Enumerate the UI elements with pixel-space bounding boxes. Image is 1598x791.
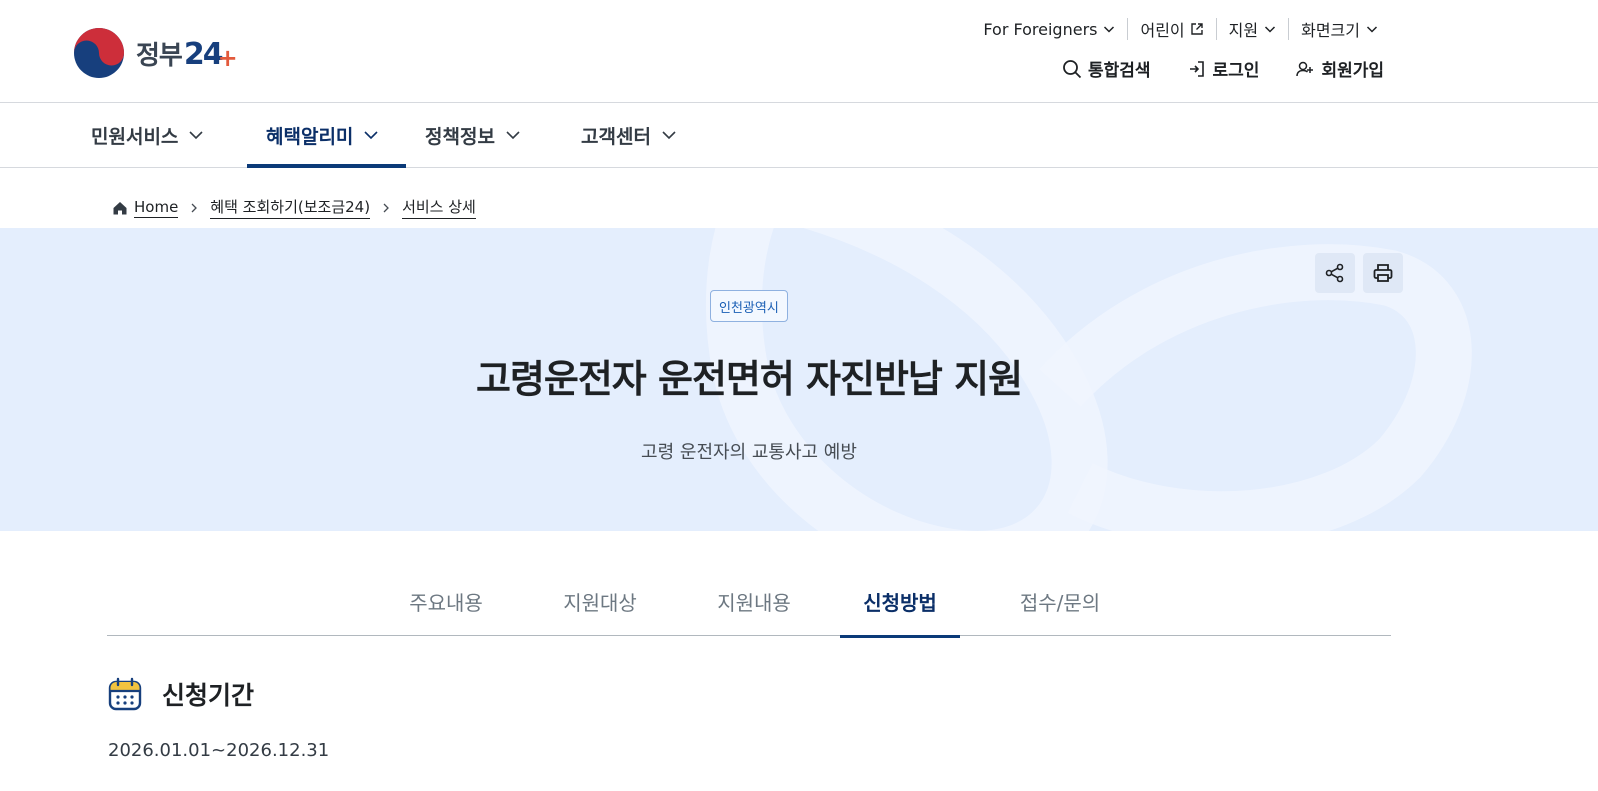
service-subtitle: 고령 운전자의 교통사고 예방	[641, 442, 857, 463]
tab-support-content[interactable]: 지원내용	[697, 566, 811, 636]
tab-label: 지원대상	[563, 590, 637, 615]
chevron-right-icon	[383, 203, 389, 212]
chevron-down-icon	[189, 131, 203, 140]
site-header: 정부 24 + For Foreigners 어린이 지원 화면크기 통합검색	[0, 0, 1598, 103]
search-icon	[1063, 59, 1082, 78]
application-period-heading: 신청기간	[108, 676, 254, 712]
share-icon	[1325, 263, 1344, 283]
print-button[interactable]	[1363, 253, 1403, 293]
search-label: 통합검색	[1087, 61, 1151, 81]
logo-number: 24	[183, 36, 224, 72]
tab-label: 지원내용	[717, 590, 791, 615]
gnb-item-civil-service[interactable]: 민원서비스	[72, 103, 228, 167]
logo-plus: +	[217, 43, 238, 72]
share-button[interactable]	[1315, 253, 1355, 293]
gnb-label: 민원서비스	[91, 125, 179, 148]
tab-label: 주요내용	[409, 590, 483, 615]
util-item-screen-size[interactable]: 화면크기	[1288, 18, 1390, 40]
print-icon	[1373, 264, 1393, 282]
taegeuk-logo-icon	[74, 28, 124, 78]
service-hero: 인천광역시 고령운전자 운전면허 자진반납 지원 고령 운전자의 교통사고 예방	[0, 228, 1598, 531]
util-item-kids[interactable]: 어린이	[1127, 18, 1215, 40]
gnb-item-customer-center[interactable]: 고객센터	[562, 103, 718, 167]
user-add-icon	[1296, 61, 1314, 76]
breadcrumb-home-link[interactable]: Home	[134, 198, 179, 218]
external-link-icon	[1190, 23, 1203, 35]
chevron-down-icon	[1265, 26, 1276, 33]
gnb-item-benefit-alert[interactable]: 혜택알리미	[247, 103, 406, 168]
utility-menu: For Foreigners 어린이 지원 화면크기	[971, 18, 1390, 40]
home-icon	[113, 201, 127, 214]
gnb-label: 혜택알리미	[266, 125, 354, 148]
signup-label: 회원가입	[1321, 61, 1384, 81]
section-title: 신청기간	[162, 681, 255, 710]
util-label: 화면크기	[1301, 21, 1360, 40]
login-label: 로그인	[1212, 61, 1260, 81]
chevron-right-icon	[191, 203, 198, 212]
tab-main-content[interactable]: 주요내용	[389, 566, 503, 636]
util-label: 지원	[1228, 21, 1259, 40]
auth-menu: 통합검색 로그인 회원가입	[1026, 56, 1384, 81]
tab-contact[interactable]: 접수/문의	[998, 566, 1122, 636]
region-badge: 인천광역시	[710, 290, 788, 322]
service-detail-tabs: 주요내용 지원대상 지원내용 신청방법 접수/문의	[107, 566, 1391, 638]
util-label: For Foreigners	[983, 19, 1098, 39]
util-item-support[interactable]: 지원	[1215, 18, 1288, 40]
chevron-down-icon	[662, 131, 676, 140]
gnb-label: 정책정보	[425, 125, 495, 148]
breadcrumb-benefit-search-link[interactable]: 혜택 조회하기(보조금24)	[210, 196, 371, 219]
tab-application-method[interactable]: 신청방법	[840, 566, 960, 638]
chevron-down-icon	[506, 131, 520, 140]
application-period-value: 2026.01.01~2026.12.31	[108, 740, 330, 761]
tab-label: 신청방법	[863, 590, 937, 615]
logo-word: 정부	[136, 40, 183, 71]
login-icon	[1189, 60, 1204, 77]
chevron-down-icon	[364, 131, 378, 140]
signup-button[interactable]: 회원가입	[1295, 56, 1384, 81]
calendar-icon	[108, 677, 142, 711]
gnb-label: 고객센터	[581, 125, 651, 148]
gnb-item-policy-info[interactable]: 정책정보	[406, 103, 562, 167]
util-item-foreigners[interactable]: For Foreigners	[971, 18, 1127, 40]
search-button[interactable]: 통합검색	[1062, 56, 1151, 81]
tab-label: 접수/문의	[1019, 590, 1101, 615]
gov24-logo[interactable]: 정부 24 +	[72, 26, 238, 80]
hero-actions	[1307, 253, 1403, 293]
chevron-down-icon	[1104, 26, 1115, 33]
chevron-down-icon	[1366, 26, 1378, 33]
breadcrumb-service-detail-link[interactable]: 서비스 상세	[402, 196, 476, 219]
logo-text: 정부 24 +	[136, 35, 238, 72]
util-label: 어린이	[1140, 21, 1185, 40]
breadcrumb: Home 혜택 조회하기(보조금24) 서비스 상세	[112, 196, 476, 219]
tab-eligibility[interactable]: 지원대상	[543, 566, 657, 636]
login-button[interactable]: 로그인	[1187, 56, 1260, 81]
service-title: 고령운전자 운전면허 자진반납 지원	[475, 357, 1023, 401]
main-navigation: 민원서비스 혜택알리미 정책정보 고객센터	[0, 103, 1598, 168]
